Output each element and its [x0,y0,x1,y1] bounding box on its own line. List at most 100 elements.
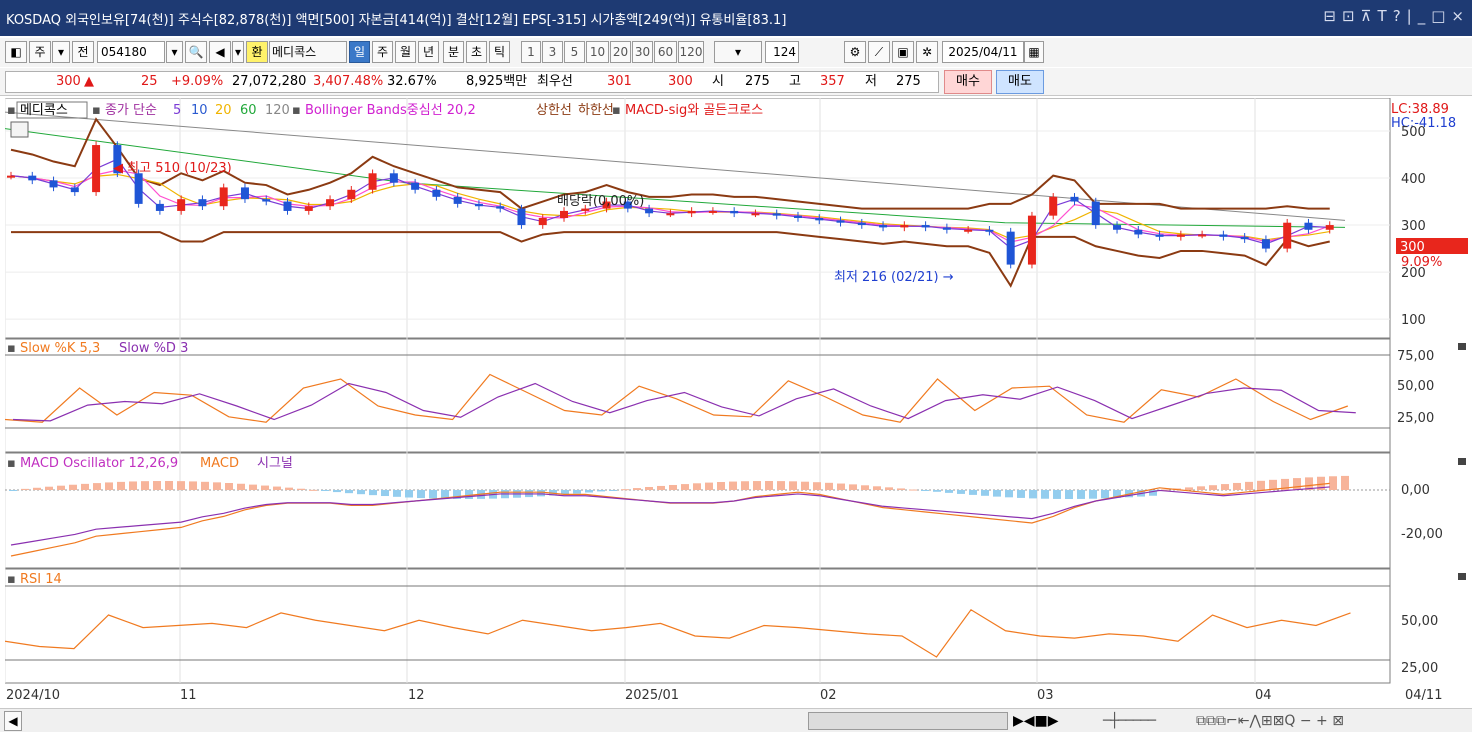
code-dropdown-icon[interactable]: ▾ [166,41,183,63]
macd-oscillator-bar [1005,490,1013,498]
window-control-icon[interactable]: ⊡ [1342,7,1355,25]
minute-button[interactable]: 60 [654,41,677,63]
calendar-icon[interactable]: ▦ [1024,41,1044,63]
macd-oscillator-bar [1101,490,1109,499]
macd-oscillator-bar [957,490,965,494]
current-price: 300 [56,74,81,89]
stochastic-panel[interactable] [4,338,1391,453]
macd-oscillator-bar [1053,490,1061,499]
macd-oscillator-bar [321,490,329,491]
window-control-icon[interactable]: | [1407,7,1412,25]
minute-button[interactable]: 20 [610,41,631,63]
window-control-icon[interactable]: □ [1431,7,1445,25]
minute-button[interactable]: 120 [678,41,704,63]
bar-count-input[interactable]: 124 [765,41,799,63]
volume-percent: 3,407.48% [313,74,384,89]
macd-oscillator-bar [1197,486,1205,490]
chevron-down-icon[interactable]: ▾ [52,41,70,63]
playback-controls[interactable]: ▶◀■▶ [1013,712,1059,730]
best-quote-label: 최우선 [537,74,573,89]
buy-button[interactable]: 매수 [944,70,992,94]
date-input[interactable]: 2025/04/11 [942,41,1024,63]
jeon-button[interactable]: 전 [72,41,94,63]
save-icon[interactable]: ▣ [892,41,914,63]
chart-area[interactable]: ▪ 메디콕스 ▪ 종가 단순 5 10 20 60 120 ▪ Bollinge… [4,97,1468,706]
macd-oscillator-bar [393,490,401,497]
layout-icon[interactable]: ◧ [5,41,27,63]
panel-collapse-icon[interactable] [1458,343,1466,350]
legend-bb-upper: 상한선 [536,103,572,118]
legend-ma: ▪ 종가 단순 [92,103,157,118]
window-control-icon[interactable]: × [1451,7,1464,25]
scroll-left-icon[interactable]: ◀ [4,711,22,731]
minute-button[interactable]: 30 [632,41,653,63]
search-icon[interactable]: 🔍 [185,41,207,63]
panel-collapse-icon[interactable] [1458,573,1466,580]
macd-oscillator-bar [261,485,269,490]
trendline-icon[interactable]: ⟋ [868,41,890,63]
period-button[interactable]: 초 [466,41,487,63]
zoom-slider[interactable]: ─┼───── [1103,712,1156,730]
stock-type-select[interactable]: 주 [29,41,51,63]
macd-oscillator-bar [849,484,857,490]
window-control-icon[interactable]: _ [1418,7,1426,25]
period-button[interactable]: 틱 [489,41,510,63]
price-tick-label: 100 [1401,313,1426,328]
macd-oscillator-bar [1209,485,1217,490]
legend-bb-lower: 하한선 [578,103,614,118]
macd-oscillator-bar [333,490,341,493]
period-button[interactable]: 월 [395,41,416,63]
legend-rsi: ▪ RSI 14 [7,572,62,587]
candle-body [1325,225,1334,230]
scroll-thumb[interactable] [808,712,1008,730]
candle-body [240,187,249,200]
macd-oscillator-bar [573,490,581,494]
stock-name-field[interactable]: 메디콕스 [269,41,347,63]
window-control-icon[interactable]: ? [1393,7,1401,25]
stock-code-input[interactable]: 054180 [97,41,165,63]
chart-tools-icons[interactable]: ⧉⧉⧉⌐⇤⋀⊞⊠Q − + ⊠ [1196,712,1344,730]
sell-button[interactable]: 매도 [996,70,1044,94]
candle-body [645,208,654,214]
candle-body [453,196,462,204]
minute-button[interactable]: 10 [586,41,609,63]
macd-oscillator-bar [369,490,377,496]
period-button[interactable]: 분 [443,41,464,63]
speaker-dropdown-icon[interactable]: ▾ [232,41,244,63]
volume: 27,072,280 [232,74,307,89]
exchange-button[interactable]: 환 [246,41,268,63]
window-control-icon[interactable]: ⊟ [1323,7,1336,25]
window-control-icon[interactable]: ⊼ [1361,7,1372,25]
period-button[interactable]: 일 [349,41,370,63]
macd-oscillator-bar [33,487,41,490]
minute-button[interactable]: 1 [521,41,541,63]
legend-macd-osc: ▪ MACD Oscillator 12,26,9 [7,456,178,471]
macd-oscillator-bar [537,490,545,497]
candle-body [1304,222,1313,230]
speaker-icon[interactable]: ◀ [209,41,231,63]
window-control-icon[interactable]: T [1378,7,1387,25]
scroll-bar[interactable]: ◀ ▶◀■▶ ─┼───── ⧉⧉⧉⌐⇤⋀⊞⊠Q − + ⊠ [0,708,1472,732]
candle-body [793,215,802,218]
candle-body [326,199,335,207]
period-button[interactable]: 주 [372,41,393,63]
panel-collapse-icon[interactable] [1458,458,1466,465]
macd-oscillator-bar [1221,484,1229,490]
macd-oscillator-bar [1041,490,1049,499]
annotation-high: ◀ 최고 510 (10/23) [113,161,232,176]
candle-body [900,225,909,228]
minute-button[interactable]: 3 [542,41,563,63]
minute-dropdown[interactable]: ▾ [714,41,762,63]
candle-body [198,199,207,207]
candle-body [49,180,58,188]
minute-button[interactable]: 5 [564,41,585,63]
candle-body [538,218,547,226]
stock-chart[interactable]: ▪ 메디콕스 ▪ 종가 단순 5 10 20 60 120 ▪ Bollinge… [4,97,1468,706]
gear-icon[interactable]: ✲ [916,41,938,63]
candle-style-icon[interactable]: ⚙ [844,41,866,63]
candle-body [368,173,377,190]
period-button[interactable]: 년 [418,41,439,63]
price-panel[interactable] [4,97,1391,339]
macd-oscillator-bar [201,481,209,490]
table-icon[interactable] [10,121,29,138]
